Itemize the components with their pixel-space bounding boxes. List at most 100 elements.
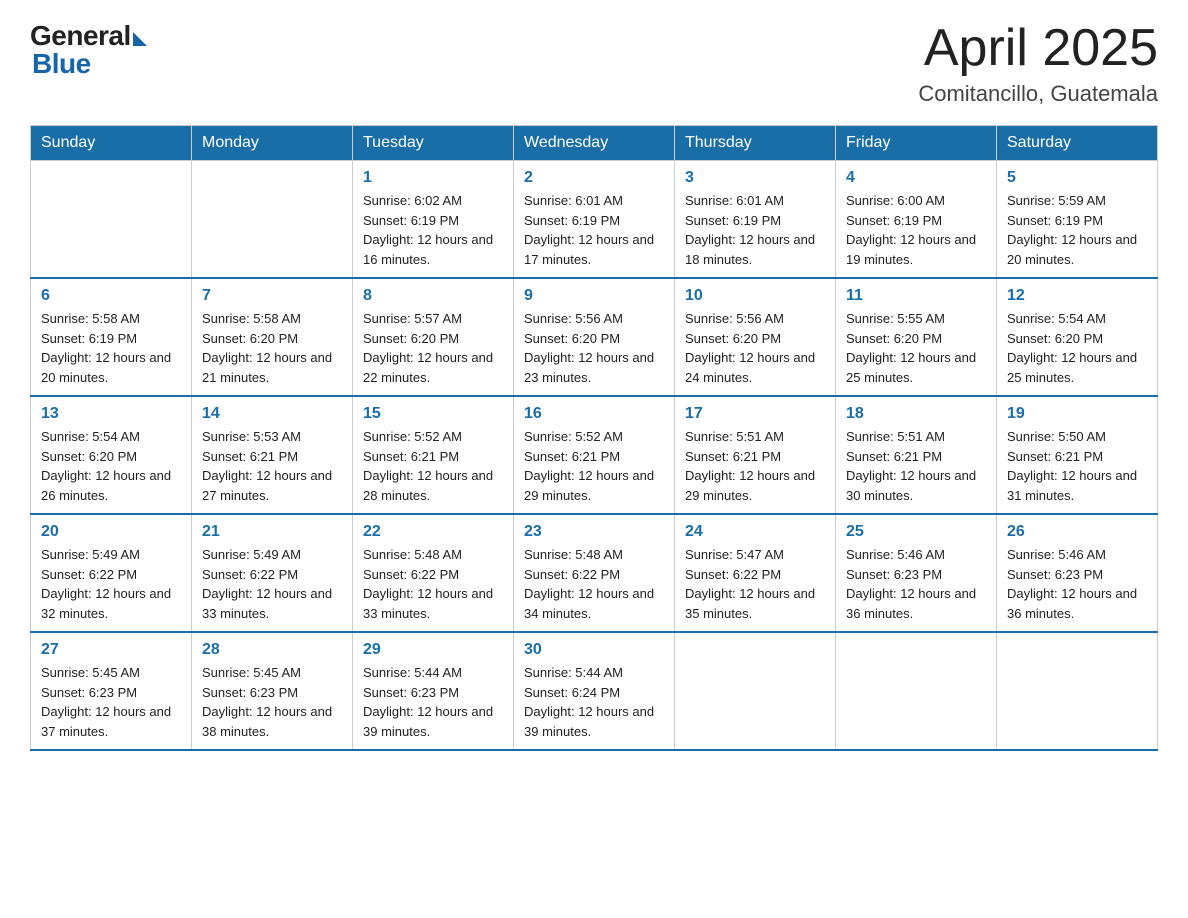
table-row bbox=[675, 632, 836, 750]
calendar-week-row: 1Sunrise: 6:02 AMSunset: 6:19 PMDaylight… bbox=[31, 161, 1158, 279]
day-number: 17 bbox=[685, 405, 825, 423]
day-number: 22 bbox=[363, 523, 503, 541]
day-info: Sunrise: 5:54 AMSunset: 6:20 PMDaylight:… bbox=[41, 427, 181, 505]
table-row: 28 Sunrise: 5:45 AMSunset: 6:23 PMDayligh… bbox=[192, 632, 353, 750]
day-number: 3 bbox=[685, 169, 825, 187]
table-row: 30 Sunrise: 5:44 AMSunset: 6:24 PMDayligh… bbox=[514, 632, 675, 750]
calendar-title: April 2025 bbox=[918, 20, 1158, 77]
day-info: Sunrise: 5:55 AMSunset: 6:20 PMDaylight:… bbox=[846, 309, 986, 387]
table-row: 11 Sunrise: 5:55 AMSunset: 6:20 PMDayligh… bbox=[836, 278, 997, 396]
table-row: 7 Sunrise: 5:58 AMSunset: 6:20 PMDaylight… bbox=[192, 278, 353, 396]
table-row: 1Sunrise: 6:02 AMSunset: 6:19 PMDaylight… bbox=[353, 161, 514, 279]
day-number: 24 bbox=[685, 523, 825, 541]
table-row: 22Sunrise: 5:48 AMSunset: 6:22 PMDayligh… bbox=[353, 514, 514, 632]
header-wednesday: Wednesday bbox=[514, 126, 675, 161]
table-row: 16 Sunrise: 5:52 AMSunset: 6:21 PMDayligh… bbox=[514, 396, 675, 514]
calendar-week-row: 20 Sunrise: 5:49 AMSunset: 6:22 PMDayligh… bbox=[31, 514, 1158, 632]
day-info: Sunrise: 5:54 AMSunset: 6:20 PMDaylight:… bbox=[1007, 309, 1147, 387]
day-info: Sunrise: 5:48 AMSunset: 6:22 PMDaylight:… bbox=[524, 545, 664, 623]
day-info: Sunrise: 5:52 AMSunset: 6:21 PMDaylight:… bbox=[524, 427, 664, 505]
day-info: Sunrise: 5:45 AMSunset: 6:23 PMDaylight:… bbox=[41, 663, 181, 741]
table-row: 19Sunrise: 5:50 AMSunset: 6:21 PMDayligh… bbox=[997, 396, 1158, 514]
day-number: 4 bbox=[846, 169, 986, 187]
day-info: Sunrise: 5:44 AMSunset: 6:23 PMDaylight:… bbox=[363, 663, 503, 741]
day-info: Sunrise: 5:51 AMSunset: 6:21 PMDaylight:… bbox=[685, 427, 825, 505]
day-number: 30 bbox=[524, 641, 664, 659]
calendar-header-row: Sunday Monday Tuesday Wednesday Thursday… bbox=[31, 126, 1158, 161]
calendar-week-row: 27Sunrise: 5:45 AMSunset: 6:23 PMDayligh… bbox=[31, 632, 1158, 750]
calendar-subtitle: Comitancillo, Guatemala bbox=[918, 81, 1158, 107]
day-info: Sunrise: 5:49 AMSunset: 6:22 PMDaylight:… bbox=[202, 545, 342, 623]
table-row: 3 Sunrise: 6:01 AMSunset: 6:19 PMDaylight… bbox=[675, 161, 836, 279]
table-row: 6 Sunrise: 5:58 AMSunset: 6:19 PMDaylight… bbox=[31, 278, 192, 396]
day-info: Sunrise: 5:52 AMSunset: 6:21 PMDaylight:… bbox=[363, 427, 503, 505]
header-monday: Monday bbox=[192, 126, 353, 161]
day-number: 25 bbox=[846, 523, 986, 541]
table-row: 14 Sunrise: 5:53 AMSunset: 6:21 PMDayligh… bbox=[192, 396, 353, 514]
day-number: 6 bbox=[41, 287, 181, 305]
day-info: Sunrise: 5:56 AMSunset: 6:20 PMDaylight:… bbox=[685, 309, 825, 387]
table-row bbox=[836, 632, 997, 750]
day-number: 16 bbox=[524, 405, 664, 423]
day-info: Sunrise: 5:45 AMSunset: 6:23 PMDaylight:… bbox=[202, 663, 342, 741]
table-row: 23 Sunrise: 5:48 AMSunset: 6:22 PMDayligh… bbox=[514, 514, 675, 632]
day-number: 12 bbox=[1007, 287, 1147, 305]
day-number: 26 bbox=[1007, 523, 1147, 541]
day-info: Sunrise: 6:02 AMSunset: 6:19 PMDaylight:… bbox=[363, 191, 503, 269]
day-number: 21 bbox=[202, 523, 342, 541]
day-info: Sunrise: 5:58 AMSunset: 6:19 PMDaylight:… bbox=[41, 309, 181, 387]
day-info: Sunrise: 5:44 AMSunset: 6:24 PMDaylight:… bbox=[524, 663, 664, 741]
day-info: Sunrise: 6:00 AMSunset: 6:19 PMDaylight:… bbox=[846, 191, 986, 269]
day-info: Sunrise: 6:01 AMSunset: 6:19 PMDaylight:… bbox=[685, 191, 825, 269]
table-row: 27Sunrise: 5:45 AMSunset: 6:23 PMDayligh… bbox=[31, 632, 192, 750]
table-row: 20 Sunrise: 5:49 AMSunset: 6:22 PMDayligh… bbox=[31, 514, 192, 632]
day-number: 28 bbox=[202, 641, 342, 659]
day-number: 14 bbox=[202, 405, 342, 423]
day-info: Sunrise: 6:01 AMSunset: 6:19 PMDaylight:… bbox=[524, 191, 664, 269]
day-number: 11 bbox=[846, 287, 986, 305]
day-number: 10 bbox=[685, 287, 825, 305]
calendar-week-row: 6 Sunrise: 5:58 AMSunset: 6:19 PMDaylight… bbox=[31, 278, 1158, 396]
logo: General Blue bbox=[30, 20, 147, 80]
header-friday: Friday bbox=[836, 126, 997, 161]
logo-blue-text: Blue bbox=[30, 48, 91, 80]
day-number: 7 bbox=[202, 287, 342, 305]
table-row: 2 Sunrise: 6:01 AMSunset: 6:19 PMDaylight… bbox=[514, 161, 675, 279]
day-info: Sunrise: 5:58 AMSunset: 6:20 PMDaylight:… bbox=[202, 309, 342, 387]
table-row: 17 Sunrise: 5:51 AMSunset: 6:21 PMDayligh… bbox=[675, 396, 836, 514]
day-info: Sunrise: 5:53 AMSunset: 6:21 PMDaylight:… bbox=[202, 427, 342, 505]
table-row: 18 Sunrise: 5:51 AMSunset: 6:21 PMDayligh… bbox=[836, 396, 997, 514]
table-row: 10 Sunrise: 5:56 AMSunset: 6:20 PMDayligh… bbox=[675, 278, 836, 396]
table-row bbox=[31, 161, 192, 279]
day-number: 20 bbox=[41, 523, 181, 541]
day-number: 19 bbox=[1007, 405, 1147, 423]
table-row: 29Sunrise: 5:44 AMSunset: 6:23 PMDayligh… bbox=[353, 632, 514, 750]
table-row bbox=[192, 161, 353, 279]
day-number: 13 bbox=[41, 405, 181, 423]
day-info: Sunrise: 5:51 AMSunset: 6:21 PMDaylight:… bbox=[846, 427, 986, 505]
day-number: 9 bbox=[524, 287, 664, 305]
day-info: Sunrise: 5:46 AMSunset: 6:23 PMDaylight:… bbox=[846, 545, 986, 623]
logo-arrow-icon bbox=[133, 32, 147, 46]
header-tuesday: Tuesday bbox=[353, 126, 514, 161]
table-row: 8Sunrise: 5:57 AMSunset: 6:20 PMDaylight… bbox=[353, 278, 514, 396]
day-info: Sunrise: 5:59 AMSunset: 6:19 PMDaylight:… bbox=[1007, 191, 1147, 269]
table-row: 5 Sunrise: 5:59 AMSunset: 6:19 PMDaylight… bbox=[997, 161, 1158, 279]
day-number: 2 bbox=[524, 169, 664, 187]
day-number: 5 bbox=[1007, 169, 1147, 187]
day-info: Sunrise: 5:49 AMSunset: 6:22 PMDaylight:… bbox=[41, 545, 181, 623]
day-info: Sunrise: 5:56 AMSunset: 6:20 PMDaylight:… bbox=[524, 309, 664, 387]
table-row: 4 Sunrise: 6:00 AMSunset: 6:19 PMDaylight… bbox=[836, 161, 997, 279]
table-row: 24Sunrise: 5:47 AMSunset: 6:22 PMDayligh… bbox=[675, 514, 836, 632]
header-saturday: Saturday bbox=[997, 126, 1158, 161]
day-info: Sunrise: 5:57 AMSunset: 6:20 PMDaylight:… bbox=[363, 309, 503, 387]
table-row: 15Sunrise: 5:52 AMSunset: 6:21 PMDayligh… bbox=[353, 396, 514, 514]
table-row: 13 Sunrise: 5:54 AMSunset: 6:20 PMDayligh… bbox=[31, 396, 192, 514]
table-row: 26Sunrise: 5:46 AMSunset: 6:23 PMDayligh… bbox=[997, 514, 1158, 632]
table-row: 12 Sunrise: 5:54 AMSunset: 6:20 PMDayligh… bbox=[997, 278, 1158, 396]
header-sunday: Sunday bbox=[31, 126, 192, 161]
table-row: 21 Sunrise: 5:49 AMSunset: 6:22 PMDayligh… bbox=[192, 514, 353, 632]
table-row bbox=[997, 632, 1158, 750]
day-number: 18 bbox=[846, 405, 986, 423]
day-number: 23 bbox=[524, 523, 664, 541]
